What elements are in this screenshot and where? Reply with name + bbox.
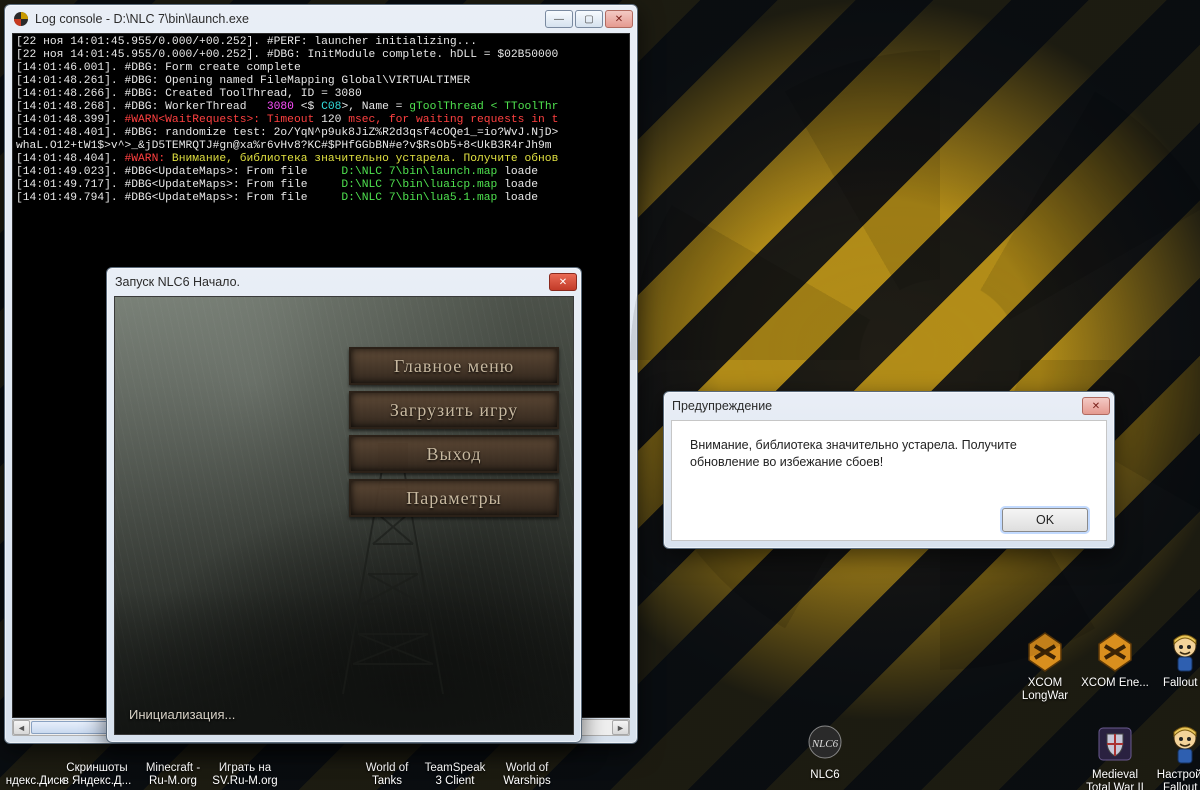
desktop-icon-ts3[interactable]: TeamSpeak 3 Client	[420, 762, 490, 788]
launcher-title: Запуск NLC6 Начало.	[115, 275, 541, 289]
desktop-icon-wows[interactable]: World of Warships	[492, 762, 562, 788]
maximize-button[interactable]: ▢	[575, 10, 603, 28]
launcher-close-button[interactable]: ✕	[549, 273, 577, 291]
console-line: [14:01:48.404]. #WARN: Внимание, библиот…	[16, 153, 626, 166]
vaultboy-icon	[1163, 630, 1200, 674]
console-line: [14:01:48.401]. #DBG: randomize test: 2o…	[16, 127, 626, 140]
desktop-icon-screenshots[interactable]: Скриншоты в Яндекс.Д...	[62, 762, 132, 788]
desktop-icon-fallout3[interactable]: Fallout 3	[1150, 630, 1200, 690]
console-title: Log console - D:\NLC 7\bin\launch.exe	[35, 12, 537, 26]
launcher-body: Главное меню Загрузить игру Выход Параметры…	[114, 296, 574, 735]
launcher-menu-button[interactable]: Выход	[349, 435, 559, 473]
desktop-icon-xcom-longwar[interactable]: XCOM LongWar	[1010, 630, 1080, 703]
console-line: [14:01:49.717]. #DBG<UpdateMaps>: From f…	[16, 179, 626, 192]
console-line: [14:01:48.266]. #DBG: Created ToolThread…	[16, 88, 626, 101]
icon-label: Играть на SV.Ru-M.org	[210, 762, 280, 788]
console-line: whaL.O12+tW1$>v^>_&jD5TEMRQTJ#gn@xa%r6vH…	[16, 140, 626, 153]
console-lines: [22 ноя 14:01:45.955/0.000/+00.252]. #PE…	[13, 34, 629, 207]
launcher-status: Инициализация...	[129, 707, 235, 722]
icon-label: XCOM LongWar	[1010, 677, 1080, 703]
warning-message: Внимание, библиотека значительно устарел…	[690, 437, 1088, 502]
desktop-icon-play-sv[interactable]: Играть на SV.Ru-M.org	[210, 762, 280, 788]
warning-close-button[interactable]: ✕	[1082, 397, 1110, 415]
console-line: [14:01:48.261]. #DBG: Opening named File…	[16, 75, 626, 88]
console-line: [14:01:48.399]. #WARN<WaitRequests>: Tim…	[16, 114, 626, 127]
console-line: [22 ноя 14:01:45.955/0.000/+00.252]. #PE…	[16, 36, 626, 49]
launcher-menu-button[interactable]: Загрузить игру	[349, 391, 559, 429]
launcher-menu: Главное меню Загрузить игру Выход Параметры	[349, 347, 559, 517]
xcom-icon	[1023, 630, 1067, 674]
desktop-icon-xcom-ene[interactable]: XCOM Ene...	[1080, 630, 1150, 690]
warning-body: Внимание, библиотека значительно устарел…	[671, 420, 1107, 541]
launcher-menu-button[interactable]: Параметры	[349, 479, 559, 517]
ok-button[interactable]: OK	[1002, 508, 1088, 532]
icon-label: World of Warships	[492, 762, 562, 788]
warning-title: Предупреждение	[672, 399, 1074, 413]
game-launcher-window[interactable]: Запуск NLC6 Начало. ✕ Главное меню Загруз…	[106, 267, 582, 743]
icon-label: Fallout 3	[1163, 677, 1200, 690]
minimize-button[interactable]: —	[545, 10, 573, 28]
icon-label: Скриншоты в Яндекс.Д...	[62, 762, 132, 788]
desktop-icon-wot[interactable]: World of Tanks	[352, 762, 422, 788]
console-line: [22 ноя 14:01:45.955/0.000/+00.252]. #DB…	[16, 49, 626, 62]
icon-label: TeamSpeak 3 Client	[420, 762, 490, 788]
desktop-icon-minecraft[interactable]: Minecraft - Ru-M.org	[138, 762, 208, 788]
icon-label: World of Tanks	[352, 762, 422, 788]
scroll-right-button[interactable]: ►	[612, 720, 629, 735]
icon-label: XCOM Ene...	[1081, 677, 1149, 690]
launcher-menu-button[interactable]: Главное меню	[349, 347, 559, 385]
scroll-left-button[interactable]: ◄	[13, 720, 30, 735]
desktop-icon-yandex-disk[interactable]: ндекс.Диск	[0, 775, 70, 788]
app-icon	[13, 11, 29, 27]
console-line: [14:01:46.001]. #DBG: Form create comple…	[16, 62, 626, 75]
launcher-titlebar[interactable]: Запуск NLC6 Начало. ✕	[107, 268, 581, 296]
icon-label: Minecraft - Ru-M.org	[138, 762, 208, 788]
close-button[interactable]: ✕	[605, 10, 633, 28]
icon-label: ндекс.Диск	[6, 775, 65, 788]
console-line: [14:01:49.794]. #DBG<UpdateMaps>: From f…	[16, 192, 626, 205]
console-line: [14:01:48.268]. #DBG: WorkerThread 3080 …	[16, 101, 626, 114]
warning-dialog[interactable]: Предупреждение ✕ Внимание, библиотека зн…	[663, 391, 1115, 549]
console-line: [14:01:49.023]. #DBG<UpdateMaps>: From f…	[16, 166, 626, 179]
console-titlebar[interactable]: Log console - D:\NLC 7\bin\launch.exe — …	[5, 5, 637, 33]
warning-titlebar[interactable]: Предупреждение ✕	[664, 392, 1114, 420]
xcom-icon	[1093, 630, 1137, 674]
